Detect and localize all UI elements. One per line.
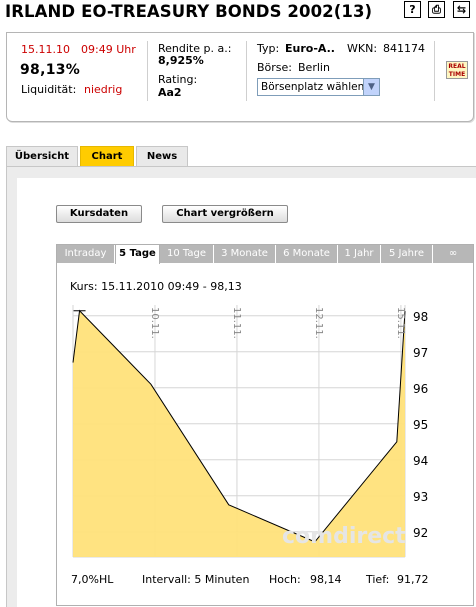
tab-chart[interactable]: Chart bbox=[80, 146, 134, 166]
y-tick-label: 94 bbox=[413, 454, 428, 468]
chart-area bbox=[72, 309, 406, 557]
range-10-tage[interactable]: 10 Tage bbox=[160, 245, 214, 263]
liquidity-value: niedrig bbox=[84, 83, 123, 96]
footer-hl: 7,0%HL bbox=[71, 573, 114, 586]
help-icon[interactable]: ? bbox=[404, 1, 421, 18]
y-tick-label: 95 bbox=[413, 418, 428, 432]
tab-news[interactable]: News bbox=[136, 146, 188, 166]
footer-low-label: Tief: bbox=[366, 573, 390, 586]
quote-price: 98,13% bbox=[20, 62, 81, 78]
quote-date: 15.11.10 bbox=[21, 43, 70, 56]
y-tick-label: 98 bbox=[413, 310, 428, 324]
chevron-down-icon[interactable]: ▼ bbox=[363, 79, 379, 95]
enlarge-chart-button[interactable]: Chart vergrößern bbox=[162, 205, 288, 223]
exchange-select[interactable]: Börsenplatz wählen ▼ bbox=[257, 78, 380, 96]
rating-label: Rating: bbox=[158, 73, 198, 86]
range-5-jahre[interactable]: 5 Jahre bbox=[381, 245, 433, 263]
x-tick-label: 10.11. bbox=[149, 307, 160, 339]
page-title: IRLAND EO-TREASURY BONDS 2002(13) bbox=[5, 2, 373, 21]
range-max[interactable]: ∞ bbox=[433, 245, 473, 263]
exchange-select-value: Börsenplatz wählen bbox=[261, 81, 365, 93]
footer-interval: Intervall: 5 Minuten bbox=[142, 573, 250, 586]
comdirect-watermark: comdirect bbox=[282, 524, 406, 549]
rating-value: Aa2 bbox=[158, 86, 182, 99]
type-label: Typ: bbox=[257, 42, 280, 55]
column-divider bbox=[147, 41, 148, 101]
x-tick-label: 11.11. bbox=[231, 307, 242, 339]
y-tick-label: 96 bbox=[413, 382, 428, 396]
range-selector: Intraday 5 Tage 10 Tage 3 Monate 6 Monat… bbox=[57, 244, 473, 264]
quote-time: 09:49 Uhr bbox=[81, 43, 136, 56]
title-bar: IRLAND EO-TREASURY BONDS 2002(13) ? ⎙ ⇆ bbox=[0, 0, 476, 28]
column-divider bbox=[434, 41, 435, 101]
exchange-value: Berlin bbox=[298, 61, 330, 74]
footer-low-value: 91,72 bbox=[397, 573, 429, 586]
type-value: Euro-A.. bbox=[285, 42, 335, 55]
print-icon[interactable]: ⎙ bbox=[428, 1, 445, 18]
refresh-icon[interactable]: ⇆ bbox=[453, 1, 470, 18]
realtime-badge: REAL TIME bbox=[446, 61, 468, 79]
x-tick-label: 12.11. bbox=[313, 307, 324, 339]
wkn-label: WKN: bbox=[347, 42, 378, 55]
realtime-badge-line: TIME bbox=[448, 71, 466, 78]
kursdaten-button[interactable]: Kursdaten bbox=[56, 205, 142, 223]
realtime-badge-line: REAL bbox=[448, 63, 466, 70]
price-area-fill bbox=[73, 310, 405, 557]
range-1-jahr[interactable]: 1 Jahr bbox=[338, 245, 381, 263]
y-tick-label: 97 bbox=[413, 346, 428, 360]
range-3-monate[interactable]: 3 Monate bbox=[214, 245, 276, 263]
exchange-label: Börse: bbox=[257, 61, 293, 74]
quote-panel: 15.11.10 09:49 Uhr 98,13% Liquidität: ni… bbox=[6, 32, 474, 122]
x-tick-label: 15.11. bbox=[395, 307, 406, 339]
range-intraday[interactable]: Intraday bbox=[57, 245, 115, 263]
y-tick-label: 93 bbox=[413, 490, 428, 504]
footer-high-value: 98,14 bbox=[310, 573, 342, 586]
range-6-monate[interactable]: 6 Monate bbox=[276, 245, 338, 263]
chart-container: Intraday 5 Tage 10 Tage 3 Monate 6 Monat… bbox=[56, 244, 474, 606]
liquidity-label: Liquidität: bbox=[21, 83, 77, 96]
chart-quote-header: Kurs: 15.11.2010 09:49 - 98,13 bbox=[70, 280, 242, 293]
price-chart: 92 93 94 95 96 97 98 10.11. 11.11. 12.11. 15.11. c… bbox=[72, 305, 428, 558]
y-tick-label: 92 bbox=[413, 526, 428, 540]
footer-high-label: Hoch: bbox=[269, 573, 301, 586]
tab-overview[interactable]: Übersicht bbox=[6, 146, 78, 166]
wkn-value: 841174 bbox=[383, 42, 425, 55]
column-divider bbox=[246, 41, 247, 101]
range-5-tage[interactable]: 5 Tage bbox=[115, 244, 160, 264]
yield-value: 8,925% bbox=[158, 54, 204, 67]
